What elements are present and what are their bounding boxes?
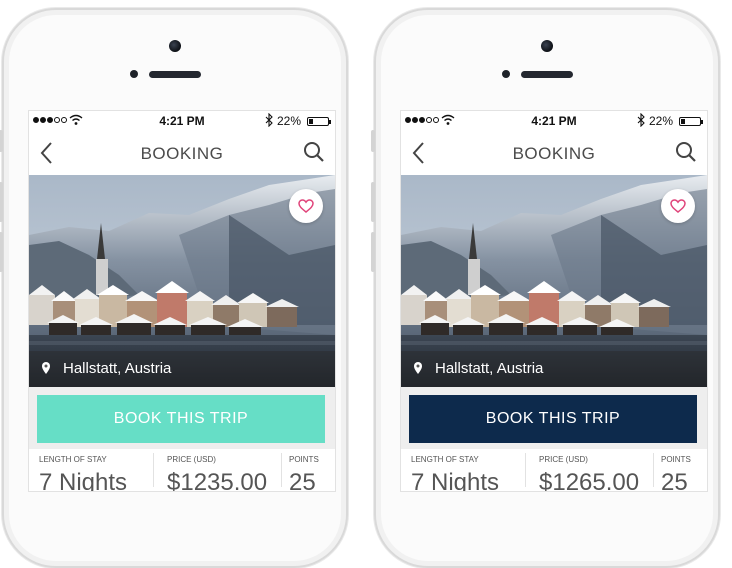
price-label: PRICE (USD) bbox=[539, 455, 588, 464]
page-title: BOOKING bbox=[140, 144, 224, 163]
location-bar: Hallstatt, Austria bbox=[401, 351, 707, 387]
stats-divider bbox=[525, 453, 526, 487]
page-title: BOOKING bbox=[512, 144, 596, 163]
search-icon[interactable] bbox=[675, 141, 697, 163]
search-icon[interactable] bbox=[303, 141, 325, 163]
heart-icon bbox=[670, 199, 686, 213]
destination-photo: Hallstatt, Austria bbox=[29, 175, 335, 387]
bluetooth-icon bbox=[265, 113, 273, 127]
stats-divider bbox=[153, 453, 154, 487]
status-bar: 4:21 PM 22% bbox=[401, 111, 707, 131]
navigation-bar: BOOKING bbox=[29, 133, 335, 175]
location-name: Hallstatt, Austria bbox=[435, 360, 544, 377]
location-pin-icon bbox=[42, 362, 50, 374]
price-value: $1265.00 bbox=[539, 469, 640, 492]
booking-panel: BOOK THIS TRIP LENGTH OF STAY 7 Nights P… bbox=[29, 387, 335, 491]
points-label: POINTS bbox=[661, 455, 691, 464]
earpiece-speaker bbox=[521, 71, 573, 78]
phone-frame-right: 4:21 PM 22% BOOKING Hallstatt, Austria B… bbox=[371, 8, 720, 568]
length-of-stay-value: 7 Nights bbox=[411, 469, 500, 492]
points-label: POINTS bbox=[289, 455, 319, 464]
trip-stats: LENGTH OF STAY 7 Nights PRICE (USD) $126… bbox=[401, 449, 707, 491]
price-label: PRICE (USD) bbox=[167, 455, 216, 464]
location-pin-icon bbox=[414, 362, 422, 374]
front-camera bbox=[541, 40, 553, 52]
length-of-stay-label: LENGTH OF STAY bbox=[39, 455, 107, 464]
destination-photo: Hallstatt, Austria bbox=[401, 175, 707, 387]
battery-percent: 22% bbox=[648, 114, 673, 128]
booking-panel: BOOK THIS TRIP LENGTH OF STAY 7 Nights P… bbox=[401, 387, 707, 491]
volume-up-button bbox=[0, 182, 3, 222]
points-value: 25 bbox=[289, 469, 316, 492]
volume-down-button bbox=[0, 232, 3, 272]
favorite-button[interactable] bbox=[289, 189, 323, 223]
phone-frame-left: 4:21 PM 22% BOOKING Hallstatt, Austria B… bbox=[0, 8, 348, 568]
points-value: 25 bbox=[661, 469, 688, 492]
stats-divider bbox=[281, 453, 282, 487]
bluetooth-icon bbox=[637, 113, 645, 127]
trip-stats: LENGTH OF STAY 7 Nights PRICE (USD) $123… bbox=[29, 449, 335, 491]
volume-up-button bbox=[371, 182, 375, 222]
proximity-sensor bbox=[130, 70, 138, 78]
front-camera bbox=[169, 40, 181, 52]
length-of-stay-value: 7 Nights bbox=[39, 469, 128, 492]
favorite-button[interactable] bbox=[661, 189, 695, 223]
price-value: $1235.00 bbox=[167, 469, 268, 492]
length-of-stay-label: LENGTH OF STAY bbox=[411, 455, 479, 464]
navigation-bar: BOOKING bbox=[401, 133, 707, 175]
location-bar: Hallstatt, Austria bbox=[29, 351, 335, 387]
location-name: Hallstatt, Austria bbox=[63, 360, 172, 377]
battery-icon bbox=[307, 117, 331, 126]
stats-divider bbox=[653, 453, 654, 487]
mute-switch bbox=[0, 130, 3, 152]
heart-icon bbox=[298, 199, 314, 213]
book-trip-button[interactable]: BOOK THIS TRIP bbox=[409, 395, 697, 443]
volume-down-button bbox=[371, 232, 375, 272]
battery-percent: 22% bbox=[276, 114, 301, 128]
app-screen: 4:21 PM 22% BOOKING Hallstatt, Austria B… bbox=[400, 110, 708, 492]
book-trip-button[interactable]: BOOK THIS TRIP bbox=[37, 395, 325, 443]
mute-switch bbox=[371, 130, 375, 152]
proximity-sensor bbox=[502, 70, 510, 78]
earpiece-speaker bbox=[149, 71, 201, 78]
battery-icon bbox=[679, 117, 703, 126]
app-screen: 4:21 PM 22% BOOKING Hallstatt, Austria B… bbox=[28, 110, 336, 492]
status-bar: 4:21 PM 22% bbox=[29, 111, 335, 131]
